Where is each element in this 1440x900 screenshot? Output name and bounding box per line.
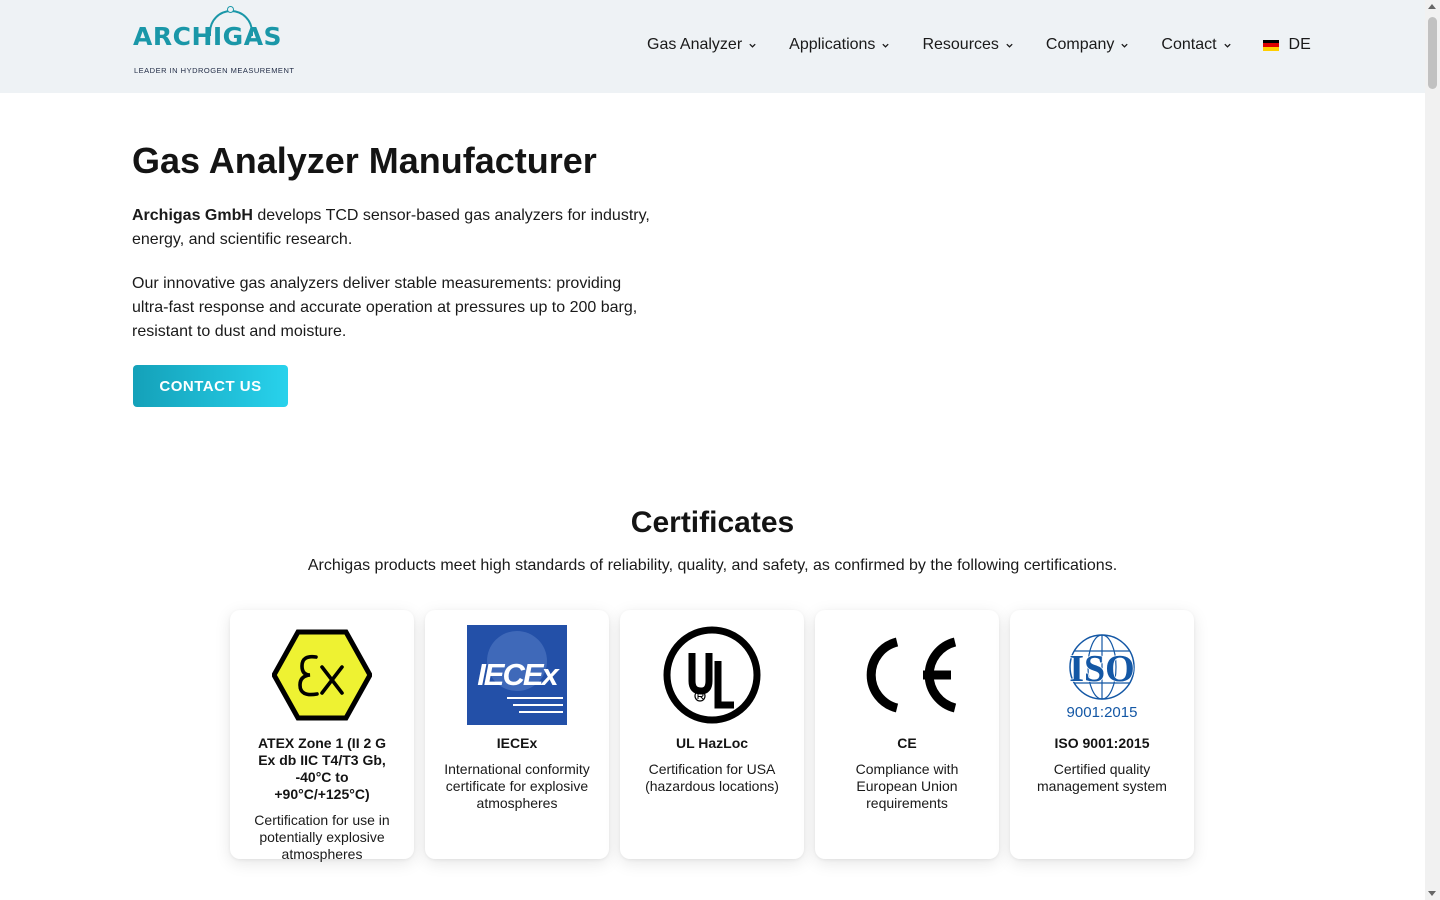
certificate-description: Certification for USA (hazardous locatio… <box>645 761 779 794</box>
page-title: Gas Analyzer Manufacturer <box>132 140 597 181</box>
certificate-card-iecex: IECEx IECEx International conformity cer… <box>425 610 609 859</box>
logo-wordmark: ARCHIGAS <box>133 22 283 51</box>
certificate-description: International conformity certificate for… <box>444 761 590 811</box>
archigas-logo[interactable]: ARCHIGAS LEADER IN HYDROGEN MEASUREMENT <box>133 6 295 78</box>
certificates-heading: Certificates <box>630 506 795 539</box>
certificate-description: Certification for use in potentially exp… <box>254 812 390 862</box>
nav-applications[interactable]: Applications <box>789 36 890 54</box>
iso-logo-subtext: 9001:2015 <box>1067 704 1138 721</box>
chevron-down-icon <box>749 43 756 48</box>
page-scrollbar[interactable] <box>1425 0 1440 900</box>
hero-description: Our innovative gas analyzers deliver sta… <box>132 275 638 340</box>
chevron-down-icon <box>1006 43 1013 48</box>
nav-resources[interactable]: Resources <box>922 36 1013 54</box>
iso-icon: ISO 9001:2015 <box>1052 625 1152 725</box>
scroll-thumb[interactable] <box>1428 17 1437 89</box>
certificate-name: ISO 9001:2015 <box>1054 735 1150 751</box>
nav-label: Company <box>1045 36 1115 53</box>
certificate-name: ATEX Zone 1 (II 2 G Ex db IIC T4/T3 Gb, … <box>257 735 387 802</box>
logo-tagline: LEADER IN HYDROGEN MEASUREMENT <box>134 66 295 75</box>
nav-gas-analyzer[interactable]: Gas Analyzer <box>647 36 757 54</box>
certificate-card-ce: CE Compliance with European Union requir… <box>815 610 999 859</box>
certificate-card-iso: ISO 9001:2015 ISO 9001:2015 Certified qu… <box>1010 610 1194 859</box>
logo-dot-icon <box>227 6 234 13</box>
certificate-description: Certified quality management system <box>1037 761 1167 794</box>
certificate-card-ul: UL HazLoc Certification for USA (hazardo… <box>620 610 804 859</box>
certificate-name: UL HazLoc <box>675 735 749 751</box>
site-header: ARCHIGAS LEADER IN HYDROGEN MEASUREMENT … <box>0 0 1425 93</box>
germany-flag-icon <box>1262 39 1279 51</box>
scroll-down-arrow-icon[interactable] <box>1428 891 1436 896</box>
certificate-card-atex: ATEX Zone 1 (II 2 G Ex db IIC T4/T3 Gb, … <box>230 610 414 862</box>
hero-intro: Archigas GmbH develops TCD sensor-based … <box>132 204 652 252</box>
nav-label: Applications <box>789 36 876 53</box>
iso-logo-text: ISO <box>1069 648 1134 690</box>
iecex-logo-text: IECEx <box>477 657 560 692</box>
ce-mark-icon <box>857 625 957 725</box>
nav-company[interactable]: Company <box>1046 36 1129 54</box>
atex-ex-icon <box>272 625 372 725</box>
language-label: DE <box>1288 36 1311 53</box>
ul-icon <box>662 625 762 725</box>
chevron-down-icon <box>882 43 890 48</box>
nav-label: Gas Analyzer <box>647 36 743 53</box>
certificate-description: Compliance with European Union requireme… <box>855 761 959 811</box>
chevron-down-icon <box>1223 43 1231 48</box>
language-switcher[interactable]: DE <box>1262 36 1311 54</box>
iecex-icon: IECEx <box>467 625 567 725</box>
nav-label: Contact <box>1161 36 1217 53</box>
main-nav: Gas Analyzer Applications Resources Comp… <box>647 33 1311 57</box>
contact-us-button[interactable]: CONTACT US <box>133 365 288 407</box>
certificates-subtitle: Archigas products meet high standards of… <box>307 557 1118 574</box>
chevron-down-icon <box>1121 43 1129 48</box>
nav-label: Resources <box>922 36 999 53</box>
scroll-up-arrow-icon[interactable] <box>1428 4 1436 9</box>
nav-contact[interactable]: Contact <box>1161 36 1231 54</box>
certificate-name: CE <box>897 735 917 751</box>
certificates-list: ATEX Zone 1 (II 2 G Ex db IIC T4/T3 Gb, … <box>230 610 1205 862</box>
company-name: Archigas GmbH <box>132 207 253 224</box>
certificate-name: IECEx <box>496 735 538 751</box>
